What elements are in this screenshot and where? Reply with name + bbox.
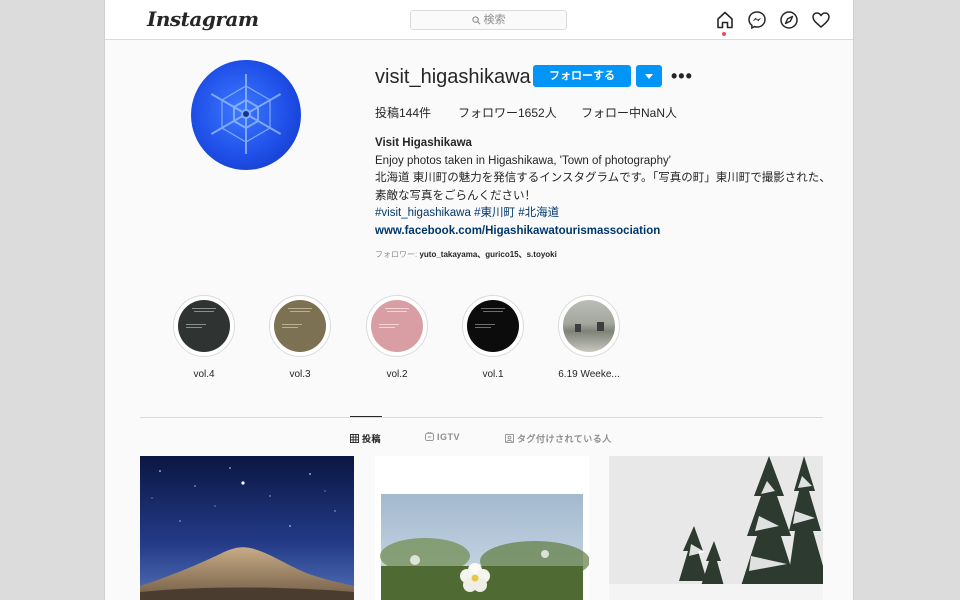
- highlight-cover: [371, 300, 423, 352]
- tab-igtv[interactable]: IGTV: [425, 431, 461, 442]
- suggestions-dropdown-button[interactable]: [636, 65, 662, 87]
- highlight-ring: [366, 295, 428, 357]
- search-placeholder: 検索: [483, 14, 506, 26]
- explore-icon[interactable]: [779, 10, 799, 30]
- highlight-ring: [462, 295, 524, 357]
- website-link[interactable]: www.facebook.com/Higashikawatourismassoc…: [375, 223, 835, 241]
- search-icon: [471, 15, 480, 25]
- tab-tagged[interactable]: タグ付けされている人: [505, 432, 612, 445]
- posts-count: 投稿144件: [375, 106, 432, 120]
- profile-username: visit_higashikawa: [375, 66, 531, 88]
- snowflake-icon: [210, 74, 282, 154]
- profile-full-name: Visit Higashikawa: [375, 137, 472, 149]
- story-highlight[interactable]: vol.1: [462, 295, 524, 380]
- home-icon[interactable]: [715, 10, 735, 30]
- followed-by-users: yuto_takayama、gurico15、s.toyoki: [419, 250, 557, 259]
- follow-button[interactable]: フォローする: [533, 65, 631, 87]
- instagram-window: Instagram 検索 visit_higashikawa フォローする ••…: [104, 0, 854, 600]
- post-thumbnail-white-flower[interactable]: [375, 456, 589, 600]
- profile-avatar[interactable]: [191, 60, 301, 170]
- more-options-icon[interactable]: •••: [671, 66, 693, 87]
- profile-bio: Visit Higashikawa Enjoy photos taken in …: [375, 135, 835, 240]
- story-highlight[interactable]: vol.4: [173, 295, 235, 380]
- post-thumbnail-night-sky[interactable]: [140, 456, 354, 600]
- highlight-cover: [563, 300, 615, 352]
- hashtag-link[interactable]: #東川町: [474, 207, 515, 219]
- tagged-icon: [505, 434, 514, 443]
- highlight-ring: [558, 295, 620, 357]
- active-tab-indicator: [350, 416, 382, 417]
- highlight-label: vol.2: [386, 369, 408, 380]
- highlight-ring: [269, 295, 331, 357]
- story-highlight[interactable]: 6.19 Weeke...: [558, 295, 620, 380]
- tab-tagged-label: タグ付けされている人: [517, 434, 612, 444]
- followed-by[interactable]: フォロワー: yuto_takayama、gurico15、s.toyoki: [375, 249, 557, 260]
- followed-by-prefix: フォロワー:: [375, 250, 420, 259]
- top-nav-bar: Instagram 検索: [105, 0, 853, 40]
- highlight-cover: [467, 300, 519, 352]
- heart-icon[interactable]: [811, 10, 831, 30]
- highlight-cover: [274, 300, 326, 352]
- bio-line-english: Enjoy photos taken in Higashikawa, 'Town…: [375, 154, 671, 167]
- highlight-ring: [173, 295, 235, 357]
- story-highlight[interactable]: vol.3: [269, 295, 331, 380]
- messenger-icon[interactable]: [747, 10, 767, 30]
- post-thumbnail-snowy-trees[interactable]: [609, 456, 823, 600]
- highlight-label: vol.3: [289, 369, 311, 380]
- grid-icon: [350, 434, 359, 443]
- bio-hashtags: #visit_higashikawa #東川町 #北海道: [375, 205, 835, 223]
- instagram-logo[interactable]: Instagram: [147, 7, 259, 31]
- hashtag-link[interactable]: #北海道: [518, 207, 559, 219]
- tabs-divider: [140, 417, 823, 418]
- highlight-cover: [178, 300, 230, 352]
- tab-posts[interactable]: 投稿: [350, 432, 381, 445]
- igtv-icon: [425, 431, 434, 441]
- bio-line-japanese: 北海道 東川町の魅力を発信するインスタグラムです。「写真の町」東川町で撮影された…: [375, 172, 831, 202]
- tab-igtv-label: IGTV: [437, 432, 461, 442]
- hashtag-link[interactable]: #visit_higashikawa: [375, 207, 471, 219]
- tab-posts-label: 投稿: [362, 434, 382, 444]
- home-active-indicator: [722, 32, 726, 36]
- highlight-label: 6.19 Weeke...: [558, 369, 620, 380]
- followers-count[interactable]: フォロワー1652人: [458, 104, 557, 121]
- highlight-label: vol.1: [482, 369, 504, 380]
- search-input[interactable]: 検索: [410, 10, 567, 30]
- story-highlight[interactable]: vol.2: [366, 295, 428, 380]
- highlight-label: vol.4: [193, 369, 215, 380]
- following-count[interactable]: フォロー中NaN人: [581, 104, 677, 121]
